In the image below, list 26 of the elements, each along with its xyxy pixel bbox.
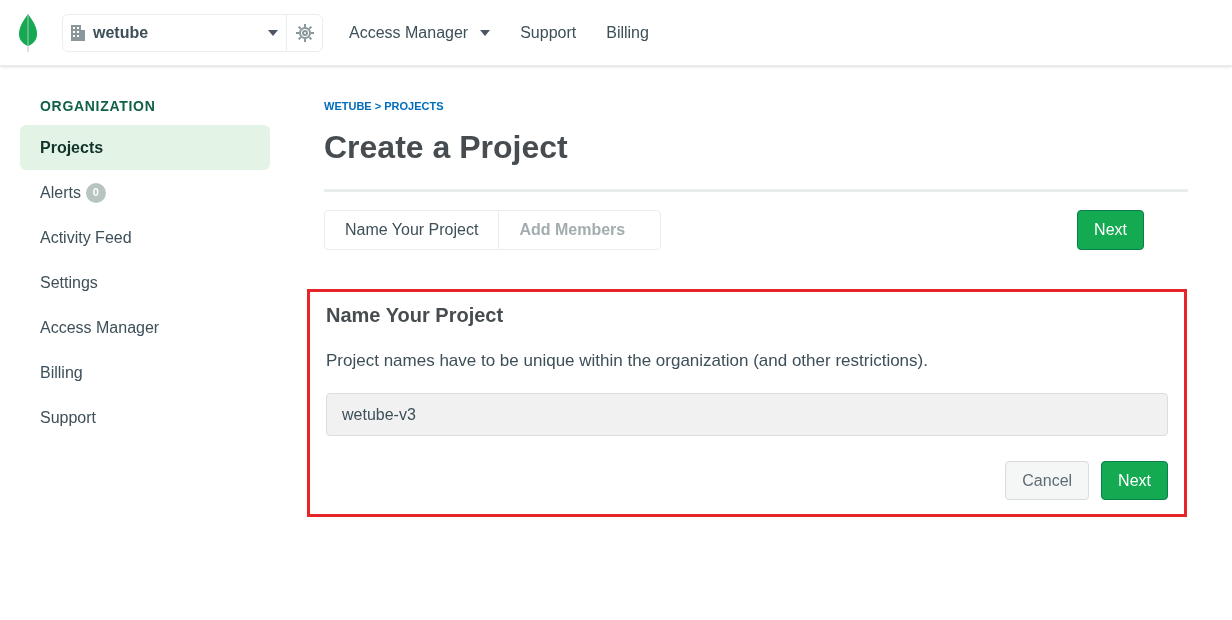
sidebar-item[interactable]: Alerts 0 xyxy=(20,170,270,215)
nav-link[interactable]: Access Manager xyxy=(349,20,491,45)
page-title: Create a Project xyxy=(324,122,1188,192)
sidebar-item[interactable]: Activity Feed xyxy=(20,215,270,260)
sidebar-item[interactable]: Settings xyxy=(20,260,270,305)
project-name-input[interactable]: wetube-v3 xyxy=(326,393,1168,436)
count-badge: 0 xyxy=(85,182,106,203)
cancel-button[interactable]: Cancel xyxy=(1005,461,1090,500)
form-heading: Name Your Project xyxy=(326,302,505,328)
sidebar-heading: ORGANIZATION xyxy=(39,97,157,116)
form-description: Project names have to be unique within the organization (and other restrictions). xyxy=(326,349,929,372)
building-icon xyxy=(71,24,85,41)
sidebar-item[interactable]: Support xyxy=(20,395,270,440)
nav-link[interactable]: Billing xyxy=(606,20,649,45)
caret-icon xyxy=(268,29,278,36)
sidebar-item[interactable]: Access Manager xyxy=(20,305,270,350)
step-tab[interactable]: Name Your Project xyxy=(325,210,499,249)
sidebar-item[interactable]: Billing xyxy=(20,350,270,395)
leaf-logo-icon xyxy=(18,13,38,52)
breadcrumb[interactable]: WETUBE > PROJECTS xyxy=(324,98,1188,115)
org-selector[interactable]: wetube xyxy=(62,13,323,52)
sidebar-item[interactable]: Projects xyxy=(20,125,270,170)
nav-link[interactable]: Support xyxy=(520,20,577,45)
org-name: wetube xyxy=(93,22,150,43)
settings-icon[interactable] xyxy=(294,22,315,43)
caret-icon xyxy=(480,29,491,36)
